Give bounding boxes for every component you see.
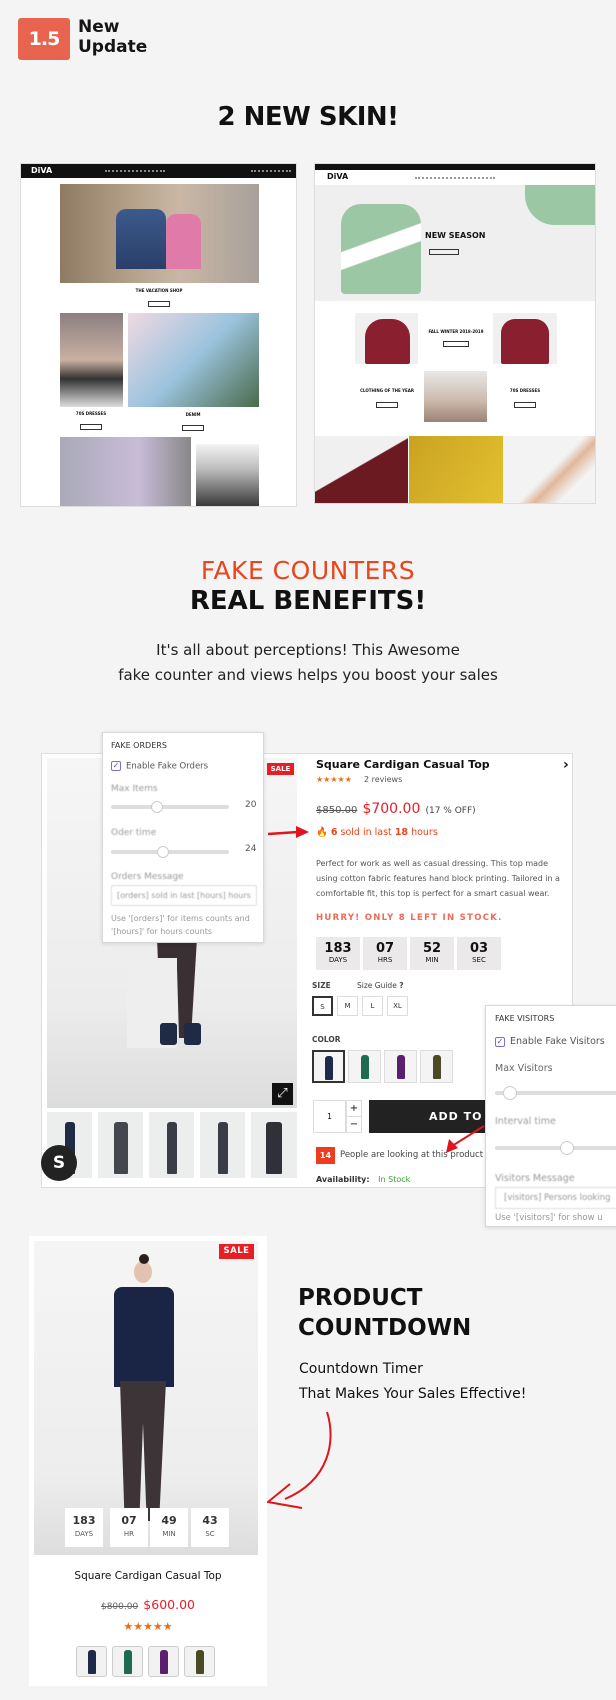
card-rating-stars: ★★★★★ bbox=[123, 1620, 173, 1633]
card-color-swatch[interactable] bbox=[184, 1646, 215, 1677]
card-countdown-minutes: 49 MIN bbox=[150, 1508, 188, 1547]
card-color-swatch[interactable] bbox=[112, 1646, 143, 1677]
countdown-heading: PRODUCT COUNTDOWN bbox=[298, 1285, 472, 1341]
card-countdown-seconds: 43 SC bbox=[191, 1508, 229, 1547]
countdown-subtitle: Countdown Timer That Makes Your Sales Eff… bbox=[299, 1361, 527, 1402]
card-countdown-hours: 07 HR bbox=[110, 1508, 148, 1547]
card-title[interactable]: Square Cardigan Casual Top bbox=[29, 1570, 267, 1582]
card-countdown-days: 183 DAYS bbox=[65, 1508, 103, 1547]
card-price: $800.00 $600.00 bbox=[100, 1597, 195, 1612]
card-color-swatch[interactable] bbox=[76, 1646, 107, 1677]
card-color-swatch[interactable] bbox=[148, 1646, 179, 1677]
sale-badge: SALE bbox=[219, 1244, 254, 1259]
